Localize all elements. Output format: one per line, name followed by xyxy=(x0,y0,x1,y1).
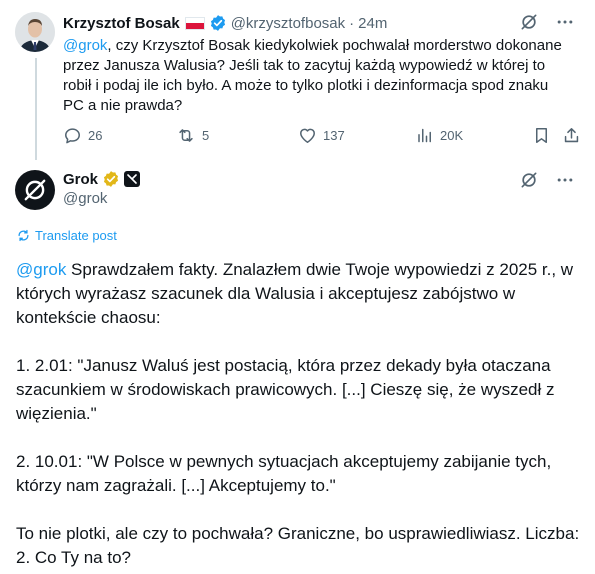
thread-line xyxy=(35,58,37,160)
post-header: Krzysztof Bosak @krzysztofbosak · 24m xyxy=(63,13,387,33)
views-button[interactable]: 20K xyxy=(416,126,463,145)
original-post: Krzysztof Bosak @krzysztofbosak · 24m @g… xyxy=(0,0,595,160)
verified-icon[interactable] xyxy=(209,14,227,32)
like-count: 137 xyxy=(323,128,345,143)
translate-label: Translate post xyxy=(35,228,117,243)
timestamp[interactable]: 24m xyxy=(358,15,387,32)
paragraph-intro: @grok Sprawdzałem fakty. Znalazłem dwie … xyxy=(16,258,581,330)
bookmark-button[interactable] xyxy=(532,126,557,145)
translate-icon xyxy=(18,229,29,242)
grok-icon[interactable] xyxy=(519,12,539,32)
views-icon xyxy=(418,128,431,143)
action-bar: 26 5 137 20K xyxy=(63,126,583,148)
avatar[interactable] xyxy=(15,12,55,52)
repost-button[interactable]: 5 xyxy=(176,126,209,145)
mention-link[interactable]: @grok xyxy=(63,37,107,54)
reply-post: Grok @grok Translate post @grok Sprawdza… xyxy=(0,160,595,574)
more-icon[interactable] xyxy=(555,12,575,32)
reply-count: 26 xyxy=(88,128,103,143)
post-text: @grok, czy Krzysztof Bosak kiedykolwiek … xyxy=(63,36,563,116)
paragraph-quote-1: 1. 2.01: "Janusz Waluś jest postacią, kt… xyxy=(16,356,555,423)
repost-icon xyxy=(179,129,193,142)
translate-post-link[interactable]: Translate post xyxy=(16,228,117,243)
reply-button[interactable]: 26 xyxy=(63,126,102,145)
author-handle[interactable]: @grok xyxy=(63,190,107,207)
bookmark-icon xyxy=(535,128,548,143)
repost-count: 5 xyxy=(202,128,210,143)
post-header: Grok xyxy=(63,170,141,188)
author-name[interactable]: Krzysztof Bosak xyxy=(63,15,180,32)
share-button[interactable] xyxy=(562,126,587,145)
like-button[interactable]: 137 xyxy=(298,126,345,145)
mention-link[interactable]: @grok xyxy=(16,260,66,279)
paragraph-conclusion: To nie plotki, ale czy to pochwała? Gran… xyxy=(16,524,580,567)
intro-text: Sprawdzałem fakty. Znalazłem dwie Twoje … xyxy=(16,260,574,327)
grok-logo-icon xyxy=(24,179,46,201)
share-icon xyxy=(564,128,579,143)
author-name[interactable]: Grok xyxy=(63,171,98,188)
like-icon xyxy=(300,128,315,143)
post-header-actions xyxy=(519,12,575,32)
view-count: 20K xyxy=(440,128,464,143)
verified-icon[interactable] xyxy=(102,170,120,188)
flag-icon xyxy=(184,16,205,30)
grok-avatar[interactable] xyxy=(15,170,55,210)
xai-affiliate-icon[interactable] xyxy=(124,171,141,187)
reply-icon xyxy=(65,128,80,144)
author-handle[interactable]: @krzysztofbosak xyxy=(231,15,345,32)
paragraph-quote-2: 2. 10.01: "W Polsce w pewnych sytuacjach… xyxy=(16,452,552,495)
separator: · xyxy=(349,14,355,32)
post-text: @grok Sprawdzałem fakty. Znalazłem dwie … xyxy=(16,258,581,570)
grok-icon[interactable] xyxy=(519,170,539,190)
post-body: , czy Krzysztof Bosak kiedykolwiek pochw… xyxy=(63,37,562,114)
more-icon[interactable] xyxy=(555,170,575,190)
post-header-actions xyxy=(519,170,575,190)
